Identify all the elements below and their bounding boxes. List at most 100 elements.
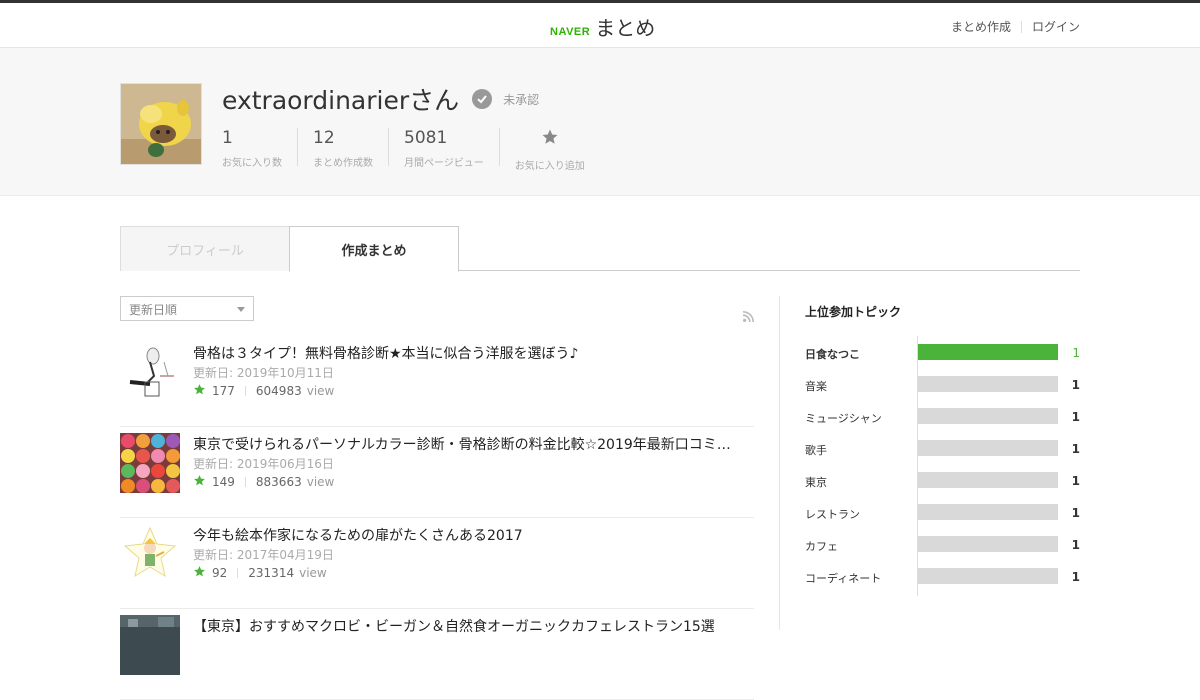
tab-bar: プロフィール 作成まとめ	[120, 226, 1080, 272]
top-topics-list: 日食なつこ 1 音楽 1 ミュージシャン 1 歌手 1 東京 1 レストラン 1…	[805, 336, 1080, 596]
add-favorite-button[interactable]: お気に入り追加	[498, 128, 600, 172]
topic-row[interactable]: ミュージシャン 1	[805, 400, 1080, 432]
topic-name[interactable]: カフェ	[805, 538, 838, 554]
topic-count: 1	[1072, 346, 1080, 360]
topic-count: 1	[1071, 442, 1080, 456]
item-title[interactable]: 東京で受けられるパーソナルカラー診断・骨格診断の料金比較☆2019年最新口コミ…	[193, 434, 733, 454]
topic-name[interactable]: レストラン	[805, 506, 860, 522]
star-icon	[515, 128, 585, 151]
top-topics-title: 上位参加トピック	[805, 305, 902, 319]
item-title[interactable]: 骨格は３タイプ！無料骨格診断★本当に似合う洋服を選ぼう♪	[193, 343, 733, 363]
list-item[interactable]: 骨格は３タイプ！無料骨格診断★本当に似合う洋服を選ぼう♪ 更新日: 2019年1…	[120, 336, 754, 427]
topic-bar-fill	[918, 536, 1058, 552]
check-circle-icon	[472, 89, 493, 109]
item-thumbnail[interactable]	[120, 615, 180, 675]
thumbnail-image	[120, 524, 180, 584]
column-divider	[779, 296, 780, 630]
stat-number: 1	[222, 128, 233, 148]
profile-stats: 1 お気に入り数 12 まとめ作成数 5081 月間ページビュー お気に入り追加	[222, 128, 600, 172]
topic-row[interactable]: 東京 1	[805, 464, 1080, 496]
item-title[interactable]: 今年も絵本作家になるための扉がたくさんある2017	[193, 525, 733, 545]
favorite-count: 177	[212, 384, 235, 398]
thumbnail-image	[120, 615, 180, 675]
topic-row[interactable]: コーディネート 1	[805, 560, 1080, 592]
topic-bar-fill	[918, 504, 1058, 520]
login-link[interactable]: ログイン	[1032, 18, 1080, 35]
topic-name[interactable]: 東京	[805, 474, 827, 490]
create-matome-link[interactable]: まとめ作成	[951, 18, 1011, 35]
topic-name[interactable]: 日食なつこ	[805, 346, 860, 362]
sort-select-value: 更新日順	[129, 303, 178, 317]
meta-separator	[244, 386, 246, 396]
item-title[interactable]: 【東京】おすすめマクロビ・ビーガン＆自然食オーガニックカフェレストラン15選	[193, 616, 733, 636]
item-meta: 149 883663 view	[193, 474, 334, 490]
topic-count: 1	[1071, 538, 1080, 552]
stat-label: お気に入り数	[222, 158, 282, 169]
topic-row[interactable]: レストラン 1	[805, 496, 1080, 528]
topic-bar	[918, 536, 1058, 552]
avatar	[120, 83, 202, 165]
list-item[interactable]: 東京で受けられるパーソナルカラー診断・骨格診断の料金比較☆2019年最新口コミ……	[120, 427, 754, 518]
item-date: 更新日: 2017年04月19日	[193, 548, 334, 562]
favorite-count: 149	[212, 475, 235, 489]
stat-number: 12	[313, 128, 335, 148]
meta-separator	[237, 568, 239, 578]
tab-profile[interactable]: プロフィール	[120, 226, 290, 271]
site-header: NAVER まとめ まとめ作成 ログイン	[0, 3, 1200, 48]
topic-bar	[918, 568, 1058, 584]
topic-bar-fill	[918, 408, 1058, 424]
thumbnail-image	[120, 433, 180, 493]
stat-matome-count: 12 まとめ作成数	[297, 128, 388, 169]
item-date: 更新日: 2019年06月16日	[193, 457, 334, 471]
header-separator	[1020, 20, 1022, 33]
topic-row[interactable]: 日食なつこ 1	[805, 336, 1080, 368]
profile-header: extraordinarierさん 未承認 1 お気に入り数 12 まとめ作成数…	[0, 48, 1200, 196]
topic-row[interactable]: 音楽 1	[805, 368, 1080, 400]
stat-number: 5081	[404, 128, 448, 148]
topic-bar	[918, 376, 1058, 392]
star-icon	[193, 474, 206, 490]
topic-name[interactable]: 音楽	[805, 378, 827, 394]
stat-label: まとめ作成数	[313, 158, 373, 169]
list-item[interactable]: 【東京】おすすめマクロビ・ビーガン＆自然食オーガニックカフェレストラン15選	[120, 609, 754, 700]
topic-bar-fill	[918, 568, 1058, 584]
topic-row[interactable]: カフェ 1	[805, 528, 1080, 560]
avatar-image	[121, 84, 201, 164]
topic-bar-fill	[918, 344, 1058, 360]
topic-count: 1	[1071, 506, 1080, 520]
chevron-down-icon	[237, 307, 245, 312]
user-name: extraordinarierさん	[222, 86, 460, 115]
topic-bar-fill	[918, 472, 1058, 488]
rss-icon[interactable]	[742, 307, 754, 326]
view-label: view	[306, 384, 335, 398]
topic-bar-fill	[918, 376, 1058, 392]
item-thumbnail[interactable]	[120, 342, 180, 402]
topic-bar	[918, 408, 1058, 424]
topic-name[interactable]: 歌手	[805, 442, 827, 458]
view-label: view	[306, 475, 335, 489]
stat-label: お気に入り追加	[514, 161, 585, 172]
topic-name[interactable]: コーディネート	[805, 570, 881, 586]
list-item[interactable]: 今年も絵本作家になるための扉がたくさんある2017 更新日: 2017年04月1…	[120, 518, 754, 609]
sort-select[interactable]: 更新日順	[120, 296, 254, 321]
tab-created-matome[interactable]: 作成まとめ	[289, 226, 459, 272]
topic-count: 1	[1071, 570, 1080, 584]
view-label: view	[299, 566, 327, 580]
favorite-count: 92	[212, 566, 228, 580]
topic-bar-fill	[918, 440, 1058, 456]
topic-bar	[918, 440, 1058, 456]
topic-bar	[918, 472, 1058, 488]
site-logo[interactable]: NAVER まとめ	[550, 12, 655, 41]
item-thumbnail[interactable]	[120, 433, 180, 493]
topic-count: 1	[1071, 474, 1080, 488]
item-meta: 92 231314 view	[193, 565, 327, 581]
item-thumbnail[interactable]	[120, 524, 180, 584]
stat-label: 月間ページビュー	[404, 158, 484, 169]
star-icon	[193, 383, 206, 399]
stat-monthly-pv: 5081 月間ページビュー	[388, 128, 499, 169]
view-count: 883663	[255, 475, 302, 489]
stat-favorites: 1 お気に入り数	[222, 128, 297, 169]
star-icon	[193, 565, 206, 581]
topic-name[interactable]: ミュージシャン	[805, 410, 882, 426]
topic-row[interactable]: 歌手 1	[805, 432, 1080, 464]
